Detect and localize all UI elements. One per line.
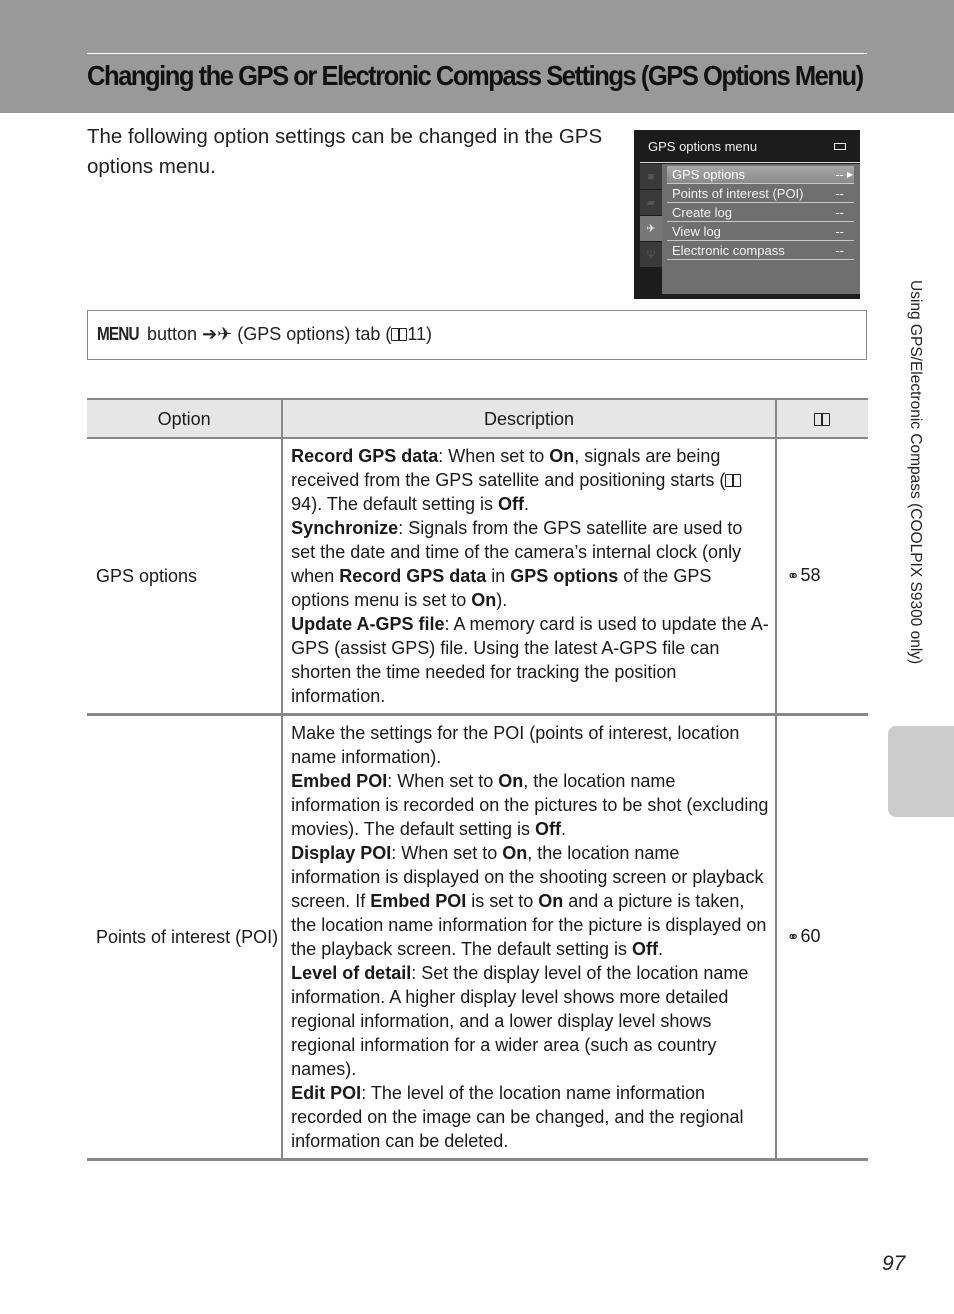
intro-text: The following option settings can be cha… [87, 125, 603, 178]
camera-icon[interactable]: ■ [640, 164, 662, 189]
bold-term: On [549, 446, 575, 466]
camera-menu-item-label: View log [672, 224, 721, 239]
page-number: 97 [882, 1252, 906, 1275]
camera-menu-item[interactable]: GPS options -- ▶ [667, 166, 854, 184]
battery-icon [834, 143, 846, 150]
camera-screen: GPS options menu ■ ▰ ✈ Ψ GPS options -- ▶ P… [634, 130, 860, 299]
gps-satellite-icon: ✈ [217, 324, 233, 344]
movie-icon[interactable]: ▰ [640, 190, 662, 215]
option-description: Make the settings for the POI (points of… [281, 714, 776, 1161]
camera-tabs: ■ ▰ ✈ Ψ [640, 164, 662, 268]
header-option: Option [87, 398, 283, 439]
table-row: GPS options Record GPS data: When set to … [87, 438, 868, 716]
section-tab[interactable] [888, 726, 954, 817]
path-tab-label: (GPS options) tab ( [237, 324, 392, 344]
page-title: Changing the GPS or Electronic Compass S… [87, 60, 864, 91]
menu-path: MENU button ➔ ✈ (GPS options) tab ( 11 ) [97, 324, 432, 345]
bold-term: Off [632, 939, 659, 959]
camera-menu-item-value: -- [835, 167, 844, 182]
reference-link[interactable]: ⚭58 [774, 438, 868, 716]
bold-term: Synchronize [291, 518, 399, 538]
reference-section-icon: ⚭ [786, 568, 800, 585]
bold-term: Off [497, 494, 524, 514]
description-text: . [560, 819, 566, 839]
bold-term: Display POI [291, 843, 392, 863]
option-name: Points of interest (POI) [87, 714, 283, 1161]
reference-link[interactable]: ⚭60 [774, 714, 868, 1161]
header-ref [774, 398, 868, 439]
description-text: is set to [466, 891, 539, 911]
camera-menu-item[interactable]: Electronic compass -- [667, 242, 854, 260]
bold-term: On [471, 590, 497, 610]
wrench-icon[interactable]: Ψ [640, 242, 662, 267]
description-text: : When set to [391, 843, 503, 863]
menu-button-icon: MENU [97, 324, 139, 344]
description-text: : When set to [387, 771, 499, 791]
camera-menu-list: GPS options -- ▶ Points of interest (POI) --… [662, 164, 860, 294]
bold-term: Update A-GPS file [291, 614, 445, 634]
header-description: Description [281, 398, 776, 439]
bold-term: Embed POI [291, 771, 388, 791]
camera-menu-item-value: -- [835, 224, 844, 239]
bold-term: Off [534, 819, 561, 839]
camera-menu-item-label: Electronic compass [672, 243, 785, 258]
camera-menu-title: GPS options menu [648, 139, 758, 154]
camera-menu-item-label: Create log [672, 205, 732, 220]
camera-menu-item-value: -- [835, 205, 844, 220]
camera-menu-item-label: Points of interest (POI) [672, 186, 804, 201]
bold-term: On [538, 891, 564, 911]
chevron-right-icon: ▶ [846, 170, 853, 179]
table-row: Points of interest (POI) Make the setting… [87, 714, 868, 1161]
description-text: in [486, 566, 511, 586]
description-text: Make the settings for the POI (points of… [291, 723, 740, 767]
book-icon [391, 328, 408, 341]
bold-term: On [502, 843, 528, 863]
camera-menu-item[interactable]: View log -- [667, 223, 854, 241]
header-rule [87, 53, 867, 54]
camera-menu-item-value: -- [835, 186, 844, 201]
reference-page: 58 [800, 565, 821, 585]
bold-term: Embed POI [370, 891, 467, 911]
bold-term: GPS options [510, 566, 619, 586]
description-text: . [523, 494, 529, 514]
menu-path-box: MENU button ➔ ✈ (GPS options) tab ( 11 ) [87, 310, 867, 360]
bold-term: Level of detail [291, 963, 412, 983]
description-text: : When set to [438, 446, 550, 466]
description-text: 94). The default setting is [291, 494, 498, 514]
table-header-row: Option Description [87, 398, 868, 439]
reference-section-icon: ⚭ [786, 929, 800, 946]
path-close: ) [426, 324, 433, 344]
reference-page: 60 [800, 926, 821, 946]
description-text: ). [496, 590, 508, 610]
bold-term: Record GPS data [291, 446, 439, 466]
bold-term: Edit POI [291, 1083, 362, 1103]
camera-menu-item[interactable]: Points of interest (POI) -- [667, 185, 854, 203]
camera-divider [640, 162, 860, 163]
header-band [0, 0, 954, 113]
option-name: GPS options [87, 438, 283, 716]
camera-menu-item-value: -- [835, 243, 844, 258]
camera-menu-item[interactable]: Create log -- [667, 204, 854, 222]
path-ref[interactable]: 11 [407, 324, 426, 345]
side-section-label: Using GPS/Electronic Compass (COOLPIX S9… [907, 280, 924, 665]
book-icon [725, 474, 742, 487]
arrow-icon: ➔ [202, 324, 218, 344]
book-icon [814, 412, 831, 426]
bold-term: On [498, 771, 524, 791]
gps-satellite-icon[interactable]: ✈ [640, 216, 662, 241]
description-text: . [658, 939, 664, 959]
option-description: Record GPS data: When set to On, signals… [281, 438, 776, 716]
bold-term: Record GPS data [339, 566, 487, 586]
path-button-label: button [147, 324, 198, 344]
options-table: Option Description GPS options Record GPS… [87, 398, 868, 1161]
camera-menu-item-label: GPS options [672, 167, 745, 182]
